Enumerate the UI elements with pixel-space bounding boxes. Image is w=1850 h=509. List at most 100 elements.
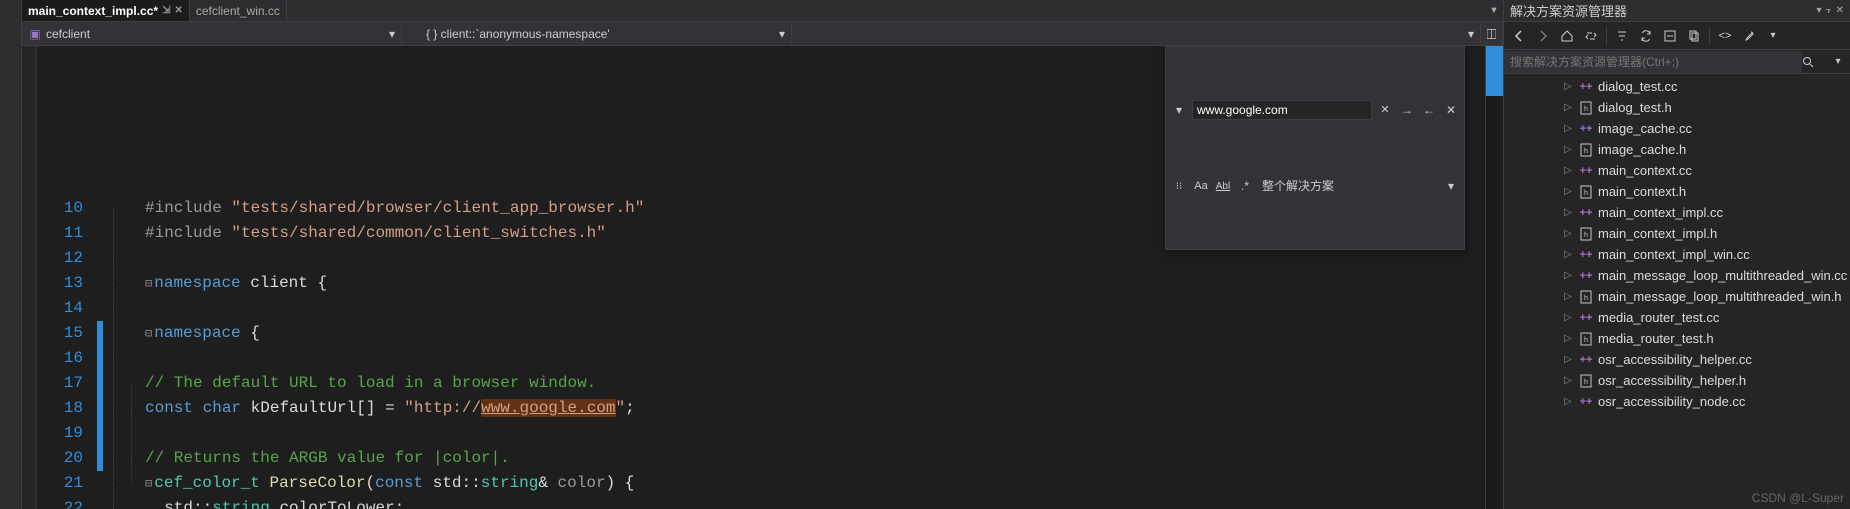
match-case-button[interactable]: Aa [1192, 177, 1210, 195]
solution-tree[interactable]: ▷++dialog_test.cc▷hdialog_test.h▷++image… [1504, 74, 1850, 509]
svg-text:h: h [1584, 379, 1588, 386]
outline-margin[interactable] [22, 46, 37, 509]
change-indicator [97, 196, 103, 221]
line-number: 19 [37, 421, 97, 446]
tree-item[interactable]: ▷++image_cache.cc [1504, 118, 1850, 139]
expand-caret-icon[interactable]: ▷ [1564, 354, 1574, 365]
toolbar-overflow-button[interactable]: ▾ [1762, 25, 1784, 47]
tab-cefclient-win[interactable]: cefclient_win.cc [190, 0, 287, 21]
split-view-button[interactable] [1481, 22, 1503, 45]
file-name-label: osr_accessibility_node.cc [1598, 394, 1745, 409]
expand-replace-button[interactable]: ▾ [1170, 101, 1188, 119]
search-input[interactable] [1504, 51, 1802, 73]
code-line[interactable]: 14 [37, 296, 1485, 321]
switch-icon [1585, 30, 1597, 42]
nav-member-dropdown[interactable]: ▾ [792, 22, 1481, 45]
tree-item[interactable]: ▷hmedia_router_test.h [1504, 328, 1850, 349]
tree-item[interactable]: ▷hosr_accessibility_helper.h [1504, 370, 1850, 391]
show-all-files-button[interactable] [1683, 25, 1705, 47]
search-options-button[interactable]: ▾ [1826, 56, 1850, 67]
whole-word-button[interactable]: Abl [1214, 177, 1232, 195]
properties-button[interactable] [1738, 25, 1760, 47]
tree-item[interactable]: ▷++main_context_impl_win.cc [1504, 244, 1850, 265]
tree-item[interactable]: ▷++osr_accessibility_helper.cc [1504, 349, 1850, 370]
expand-caret-icon[interactable]: ▷ [1564, 228, 1574, 239]
code-line[interactable]: 17// The default URL to load in a browse… [37, 371, 1485, 396]
toggle-icon[interactable]: ⁝⁝ [1170, 177, 1188, 195]
line-number: 22 [37, 496, 97, 509]
tree-item[interactable]: ▷hmain_context.h [1504, 181, 1850, 202]
svg-text:h: h [1584, 337, 1588, 344]
tree-item[interactable]: ▷himage_cache.h [1504, 139, 1850, 160]
split-icon [1487, 28, 1496, 40]
find-input[interactable] [1192, 100, 1372, 120]
close-icon[interactable]: ✕ [1376, 101, 1394, 119]
scope-dropdown-button[interactable]: ▾ [1442, 177, 1460, 195]
expand-caret-icon[interactable]: ▷ [1564, 270, 1574, 281]
code-line[interactable]: 15⊟namespace { [37, 321, 1485, 346]
tab-overflow-button[interactable]: ▾ [1485, 0, 1503, 21]
sync-button[interactable] [1635, 25, 1657, 47]
pin-icon[interactable]: ⇲ [162, 5, 170, 16]
tree-item[interactable]: ▷++dialog_test.cc [1504, 76, 1850, 97]
tree-item[interactable]: ▷++osr_accessibility_node.cc [1504, 391, 1850, 412]
tree-item[interactable]: ▷hmain_context_impl.h [1504, 223, 1850, 244]
left-tool-strip[interactable] [0, 0, 22, 509]
expand-caret-icon[interactable]: ▷ [1564, 186, 1574, 197]
nav-project-dropdown[interactable]: ▣ cefclient ▾ [22, 22, 402, 45]
expand-caret-icon[interactable]: ▷ [1564, 165, 1574, 176]
tree-item[interactable]: ▷++main_message_loop_multithreaded_win.c… [1504, 265, 1850, 286]
code-line[interactable]: 18const char kDefaultUrl[] = "http://www… [37, 396, 1485, 421]
close-icon[interactable]: ✕ [174, 5, 182, 16]
close-find-button[interactable]: ✕ [1442, 101, 1460, 119]
regex-button[interactable]: .* [1236, 177, 1254, 195]
collapse-icon [1664, 30, 1676, 42]
expand-caret-icon[interactable]: ▷ [1564, 81, 1574, 92]
code-line[interactable]: 16 [37, 346, 1485, 371]
expand-caret-icon[interactable]: ▷ [1564, 123, 1574, 134]
tree-item[interactable]: ▷++media_router_test.cc [1504, 307, 1850, 328]
expand-caret-icon[interactable]: ▷ [1564, 207, 1574, 218]
expand-caret-icon[interactable]: ▷ [1564, 144, 1574, 155]
pin-icon[interactable]: ⫟ [1826, 5, 1832, 16]
code-editor[interactable]: ▾ ✕ → ← ✕ ⁝⁝ Aa Abl .* 整个解决方案 ▾ 10#inclu… [37, 46, 1485, 509]
expand-caret-icon[interactable]: ▷ [1564, 375, 1574, 386]
home-button[interactable] [1556, 25, 1578, 47]
close-icon[interactable]: ✕ [1836, 5, 1844, 16]
cpp-file-icon: ++ [1578, 312, 1594, 324]
tree-item[interactable]: ▷++main_context.cc [1504, 160, 1850, 181]
code-line[interactable]: 13⊟namespace client { [37, 271, 1485, 296]
expand-caret-icon[interactable]: ▷ [1564, 333, 1574, 344]
panel-menu-button[interactable]: ▾ [1817, 5, 1822, 16]
sync-icon [1640, 30, 1652, 42]
search-button[interactable] [1802, 56, 1826, 68]
collapse-all-button[interactable] [1659, 25, 1681, 47]
tab-main-context-impl[interactable]: main_context_impl.cc* ⇲ ✕ [22, 0, 190, 21]
expand-caret-icon[interactable]: ▷ [1564, 291, 1574, 302]
vertical-scrollbar[interactable] [1485, 46, 1503, 509]
pending-changes-filter-button[interactable] [1611, 25, 1633, 47]
find-prev-button[interactable]: ← [1420, 101, 1438, 119]
back-button[interactable] [1508, 25, 1530, 47]
solution-explorer-search: ▾ [1504, 50, 1850, 74]
code-line[interactable]: 19 [37, 421, 1485, 446]
expand-caret-icon[interactable]: ▷ [1564, 396, 1574, 407]
nav-scope-dropdown[interactable]: { } client::`anonymous-namespace' ▾ [402, 22, 792, 45]
expand-caret-icon[interactable]: ▷ [1564, 249, 1574, 260]
find-next-button[interactable]: → [1398, 101, 1416, 119]
code-line[interactable]: 20// Returns the ARGB value for |color|. [37, 446, 1485, 471]
toolbar-separator [1606, 27, 1607, 45]
tree-item[interactable]: ▷hmain_message_loop_multithreaded_win.h [1504, 286, 1850, 307]
svg-text:h: h [1584, 190, 1588, 197]
expand-caret-icon[interactable]: ▷ [1564, 312, 1574, 323]
code-line[interactable]: 21⊟cef_color_t ParseColor(const std::str… [37, 471, 1485, 496]
tree-item[interactable]: ▷hdialog_test.h [1504, 97, 1850, 118]
forward-button[interactable] [1532, 25, 1554, 47]
view-code-button[interactable]: <> [1714, 25, 1736, 47]
tree-item[interactable]: ▷++main_context_impl.cc [1504, 202, 1850, 223]
code-line[interactable]: 22 std::string colorToLower; [37, 496, 1485, 509]
expand-caret-icon[interactable]: ▷ [1564, 102, 1574, 113]
scroll-thumb[interactable] [1486, 46, 1503, 96]
switch-views-button[interactable] [1580, 25, 1602, 47]
solution-explorer-titlebar[interactable]: 解决方案资源管理器 ▾ ⫟ ✕ [1504, 0, 1850, 22]
